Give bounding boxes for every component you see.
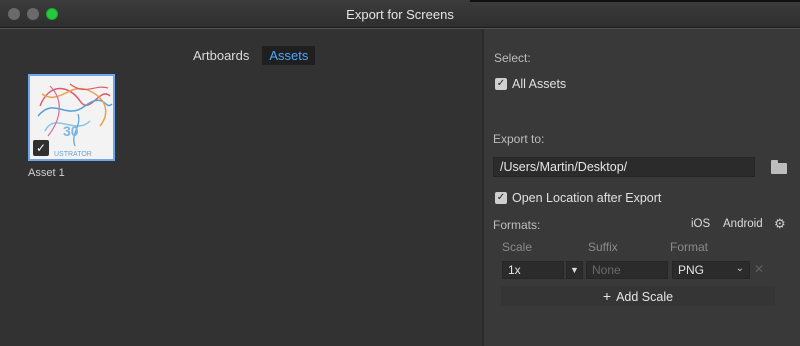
android-preset-button[interactable]: Android — [723, 218, 763, 230]
tab-assets[interactable]: Assets — [262, 46, 316, 65]
gear-icon[interactable]: ⚙ — [774, 216, 786, 232]
scale-dropdown-chevron-down-icon[interactable]: ▼ — [566, 261, 583, 279]
top-strip — [470, 0, 800, 2]
all-assets-label[interactable]: All Assets — [512, 77, 566, 91]
open-location-label[interactable]: Open Location after Export — [512, 191, 661, 205]
window-title: Export for Screens — [346, 7, 454, 22]
scale-input[interactable]: 1x — [502, 261, 564, 279]
asset-selected-check-icon[interactable]: ✓ — [33, 140, 49, 156]
suffix-input[interactable]: None — [586, 261, 668, 279]
tab-artboards[interactable]: Artboards — [186, 46, 256, 65]
formats-label: Formats: — [493, 218, 541, 232]
export-path-field[interactable]: /Users/Martin/Desktop/ — [493, 157, 755, 177]
asset-thumbnail[interactable]: 30 USTRATOR ✓ — [28, 74, 115, 161]
select-label: Select: — [494, 51, 531, 65]
chevron-down-icon: ⌄ — [735, 263, 744, 274]
folder-icon[interactable] — [771, 160, 787, 174]
add-scale-label: Add Scale — [616, 290, 674, 304]
suffix-column-header: Suffix — [588, 240, 618, 254]
remove-scale-close-icon[interactable]: ✕ — [754, 262, 764, 276]
open-location-checkbox[interactable]: ✓ — [495, 192, 507, 204]
all-assets-checkbox[interactable]: ✓ — [495, 78, 507, 90]
scale-column-header: Scale — [502, 240, 533, 254]
format-column-header: Format — [670, 240, 709, 254]
format-select-value: PNG — [678, 263, 705, 277]
ios-preset-button[interactable]: iOS — [691, 218, 710, 230]
export-to-label: Export to: — [493, 132, 545, 146]
title-bar: Export for Screens — [0, 0, 800, 28]
asset-thumbnail-number: 30 — [63, 123, 79, 139]
asset-thumbnail-caption: USTRATOR — [54, 151, 92, 158]
format-select[interactable]: PNG ⌄ — [672, 261, 750, 279]
view-tabs: Artboards Assets — [186, 46, 316, 65]
plus-icon: + — [602, 288, 612, 304]
asset-name: Asset 1 — [28, 167, 65, 179]
add-scale-button[interactable]: + Add Scale — [501, 286, 775, 306]
